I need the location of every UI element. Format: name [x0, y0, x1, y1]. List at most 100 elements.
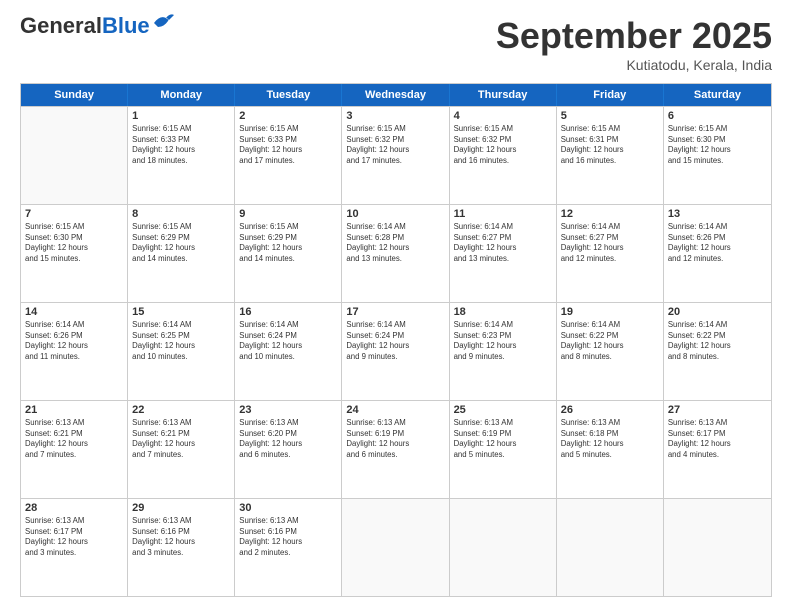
day-number: 20 — [668, 306, 767, 318]
calendar-cell — [342, 499, 449, 596]
day-number: 11 — [454, 208, 552, 220]
weekday-header-sunday: Sunday — [21, 84, 128, 106]
cell-info: Sunrise: 6:15 AMSunset: 6:32 PMDaylight:… — [346, 124, 444, 166]
day-number: 3 — [346, 110, 444, 122]
cell-info: Sunrise: 6:13 AMSunset: 6:21 PMDaylight:… — [132, 418, 230, 460]
calendar-cell: 8 Sunrise: 6:15 AMSunset: 6:29 PMDaylight… — [128, 205, 235, 302]
calendar-cell — [21, 107, 128, 204]
calendar-header: SundayMondayTuesdayWednesdayThursdayFrid… — [21, 84, 771, 106]
cell-info: Sunrise: 6:13 AMSunset: 6:19 PMDaylight:… — [454, 418, 552, 460]
logo-text: GeneralBlue — [20, 15, 150, 37]
logo-bird-icon — [152, 13, 174, 31]
day-number: 25 — [454, 404, 552, 416]
calendar-cell: 6 Sunrise: 6:15 AMSunset: 6:30 PMDaylight… — [664, 107, 771, 204]
weekday-header-thursday: Thursday — [450, 84, 557, 106]
cell-info: Sunrise: 6:15 AMSunset: 6:30 PMDaylight:… — [25, 222, 123, 264]
day-number: 16 — [239, 306, 337, 318]
cell-info: Sunrise: 6:15 AMSunset: 6:32 PMDaylight:… — [454, 124, 552, 166]
calendar-cell: 19 Sunrise: 6:14 AMSunset: 6:22 PMDayligh… — [557, 303, 664, 400]
day-number: 23 — [239, 404, 337, 416]
day-number: 19 — [561, 306, 659, 318]
day-number: 8 — [132, 208, 230, 220]
cell-info: Sunrise: 6:14 AMSunset: 6:22 PMDaylight:… — [668, 320, 767, 362]
weekday-header-monday: Monday — [128, 84, 235, 106]
cell-info: Sunrise: 6:13 AMSunset: 6:21 PMDaylight:… — [25, 418, 123, 460]
cell-info: Sunrise: 6:14 AMSunset: 6:24 PMDaylight:… — [239, 320, 337, 362]
cell-info: Sunrise: 6:14 AMSunset: 6:22 PMDaylight:… — [561, 320, 659, 362]
cell-info: Sunrise: 6:14 AMSunset: 6:27 PMDaylight:… — [561, 222, 659, 264]
day-number: 28 — [25, 502, 123, 514]
cell-info: Sunrise: 6:15 AMSunset: 6:29 PMDaylight:… — [239, 222, 337, 264]
cell-info: Sunrise: 6:13 AMSunset: 6:16 PMDaylight:… — [132, 516, 230, 558]
day-number: 14 — [25, 306, 123, 318]
cell-info: Sunrise: 6:15 AMSunset: 6:33 PMDaylight:… — [132, 124, 230, 166]
calendar-cell: 21 Sunrise: 6:13 AMSunset: 6:21 PMDayligh… — [21, 401, 128, 498]
day-number: 24 — [346, 404, 444, 416]
calendar-cell: 18 Sunrise: 6:14 AMSunset: 6:23 PMDayligh… — [450, 303, 557, 400]
calendar-cell: 1 Sunrise: 6:15 AMSunset: 6:33 PMDaylight… — [128, 107, 235, 204]
calendar-row-5: 28Sunrise: 6:13 AMSunset: 6:17 PMDayligh… — [21, 498, 771, 596]
cell-info: Sunrise: 6:15 AMSunset: 6:30 PMDaylight:… — [668, 124, 767, 166]
calendar-cell — [557, 499, 664, 596]
cell-info: Sunrise: 6:14 AMSunset: 6:25 PMDaylight:… — [132, 320, 230, 362]
day-number: 6 — [668, 110, 767, 122]
day-number: 10 — [346, 208, 444, 220]
calendar-cell: 30Sunrise: 6:13 AMSunset: 6:16 PMDayligh… — [235, 499, 342, 596]
day-number: 7 — [25, 208, 123, 220]
calendar-cell: 28Sunrise: 6:13 AMSunset: 6:17 PMDayligh… — [21, 499, 128, 596]
day-number: 5 — [561, 110, 659, 122]
cell-info: Sunrise: 6:14 AMSunset: 6:28 PMDaylight:… — [346, 222, 444, 264]
weekday-header-tuesday: Tuesday — [235, 84, 342, 106]
day-number: 17 — [346, 306, 444, 318]
calendar-cell: 12 Sunrise: 6:14 AMSunset: 6:27 PMDayligh… — [557, 205, 664, 302]
day-number: 18 — [454, 306, 552, 318]
day-number: 1 — [132, 110, 230, 122]
calendar-cell: 2Sunrise: 6:15 AMSunset: 6:33 PMDaylight… — [235, 107, 342, 204]
location: Kutiatodu, Kerala, India — [496, 57, 772, 73]
cell-info: Sunrise: 6:15 AMSunset: 6:29 PMDaylight:… — [132, 222, 230, 264]
calendar-cell: 9Sunrise: 6:15 AMSunset: 6:29 PMDaylight… — [235, 205, 342, 302]
calendar-row-3: 14 Sunrise: 6:14 AMSunset: 6:26 PMDayligh… — [21, 302, 771, 400]
cell-info: Sunrise: 6:13 AMSunset: 6:17 PMDaylight:… — [668, 418, 767, 460]
cell-info: Sunrise: 6:14 AMSunset: 6:24 PMDaylight:… — [346, 320, 444, 362]
cell-info: Sunrise: 6:15 AMSunset: 6:31 PMDaylight:… — [561, 124, 659, 166]
calendar-cell: 10 Sunrise: 6:14 AMSunset: 6:28 PMDayligh… — [342, 205, 449, 302]
day-number: 15 — [132, 306, 230, 318]
cell-info: Sunrise: 6:14 AMSunset: 6:26 PMDaylight:… — [668, 222, 767, 264]
calendar-cell: 27Sunrise: 6:13 AMSunset: 6:17 PMDayligh… — [664, 401, 771, 498]
calendar-cell: 14 Sunrise: 6:14 AMSunset: 6:26 PMDayligh… — [21, 303, 128, 400]
cell-info: Sunrise: 6:14 AMSunset: 6:27 PMDaylight:… — [454, 222, 552, 264]
cell-info: Sunrise: 6:13 AMSunset: 6:20 PMDaylight:… — [239, 418, 337, 460]
title-block: September 2025 Kutiatodu, Kerala, India — [496, 15, 772, 73]
calendar: SundayMondayTuesdayWednesdayThursdayFrid… — [20, 83, 772, 597]
calendar-row-1: 1 Sunrise: 6:15 AMSunset: 6:33 PMDaylight… — [21, 106, 771, 204]
calendar-cell: 4 Sunrise: 6:15 AMSunset: 6:32 PMDaylight… — [450, 107, 557, 204]
month-title: September 2025 — [496, 15, 772, 57]
header: GeneralBlue September 2025 Kutiatodu, Ke… — [20, 15, 772, 73]
page: GeneralBlue September 2025 Kutiatodu, Ke… — [0, 0, 792, 612]
calendar-cell: 17 Sunrise: 6:14 AMSunset: 6:24 PMDayligh… — [342, 303, 449, 400]
calendar-cell: 5 Sunrise: 6:15 AMSunset: 6:31 PMDaylight… — [557, 107, 664, 204]
calendar-cell: 25 Sunrise: 6:13 AMSunset: 6:19 PMDayligh… — [450, 401, 557, 498]
day-number: 26 — [561, 404, 659, 416]
weekday-header-friday: Friday — [557, 84, 664, 106]
calendar-cell: 22 Sunrise: 6:13 AMSunset: 6:21 PMDayligh… — [128, 401, 235, 498]
day-number: 30 — [239, 502, 337, 514]
calendar-cell: 3 Sunrise: 6:15 AMSunset: 6:32 PMDaylight… — [342, 107, 449, 204]
day-number: 22 — [132, 404, 230, 416]
cell-info: Sunrise: 6:14 AMSunset: 6:23 PMDaylight:… — [454, 320, 552, 362]
day-number: 12 — [561, 208, 659, 220]
day-number: 21 — [25, 404, 123, 416]
weekday-header-wednesday: Wednesday — [342, 84, 449, 106]
calendar-cell: 20 Sunrise: 6:14 AMSunset: 6:22 PMDayligh… — [664, 303, 771, 400]
calendar-cell: 7 Sunrise: 6:15 AMSunset: 6:30 PMDaylight… — [21, 205, 128, 302]
logo: GeneralBlue — [20, 15, 174, 37]
calendar-cell: 24 Sunrise: 6:13 AMSunset: 6:19 PMDayligh… — [342, 401, 449, 498]
day-number: 29 — [132, 502, 230, 514]
calendar-row-4: 21 Sunrise: 6:13 AMSunset: 6:21 PMDayligh… — [21, 400, 771, 498]
calendar-cell: 16 Sunrise: 6:14 AMSunset: 6:24 PMDayligh… — [235, 303, 342, 400]
cell-info: Sunrise: 6:14 AMSunset: 6:26 PMDaylight:… — [25, 320, 123, 362]
calendar-cell: 11 Sunrise: 6:14 AMSunset: 6:27 PMDayligh… — [450, 205, 557, 302]
cell-info: Sunrise: 6:13 AMSunset: 6:19 PMDaylight:… — [346, 418, 444, 460]
day-number: 4 — [454, 110, 552, 122]
